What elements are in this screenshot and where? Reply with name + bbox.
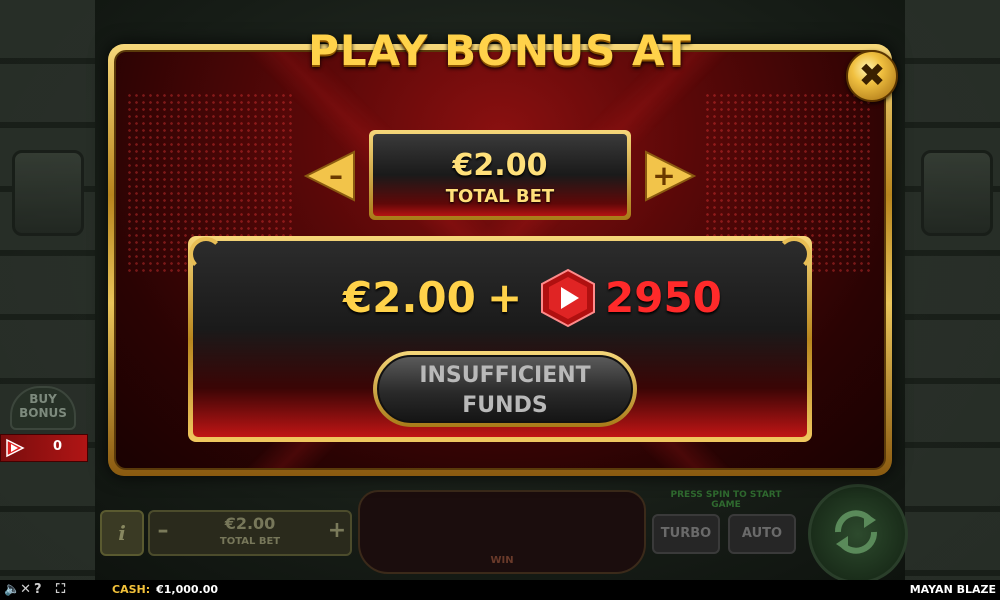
left-pillar: [0, 0, 95, 580]
bet-increase-button[interactable]: +: [326, 516, 348, 548]
fullscreen-icon[interactable]: ⛶: [56, 582, 65, 598]
bet-display-inner: €2.00 TOTAL BET: [373, 134, 627, 216]
game-name: MAYAN BLAZE: [909, 583, 996, 596]
win-display: WIN: [358, 490, 646, 574]
insufficient-funds-button[interactable]: INSUFFICIENT FUNDS: [373, 351, 637, 427]
bet-value: €2.00: [224, 514, 276, 533]
offer-plus-sign: +: [487, 273, 523, 322]
mask-carving-icon: [12, 150, 84, 236]
mask-carving-icon: [921, 150, 993, 236]
turbo-button[interactable]: TURBO: [652, 514, 720, 554]
bonus-offer-panel: €2.00 + 2950 INSUFFICIENT FUNDS: [188, 236, 812, 442]
plus-icon: +: [652, 159, 675, 192]
win-label: WIN: [490, 555, 514, 566]
bet-decrease-button[interactable]: –: [152, 516, 174, 548]
cash-display: CASH: €1,000.00: [112, 583, 218, 596]
speaker-mute-icon[interactable]: 🔈✕: [4, 582, 31, 598]
offer-row: €2.00 + 2950: [193, 268, 807, 331]
dialog-bet-display: €2.00 TOTAL BET: [369, 130, 631, 220]
spin-button[interactable]: [808, 484, 908, 584]
button-label-line-1: INSUFFICIENT: [419, 363, 591, 388]
bet-selector: – €2.00 TOTAL BET +: [148, 510, 352, 556]
offer-price: €2.00: [343, 273, 476, 322]
buy-bonus-label-1: BUY: [29, 392, 57, 406]
buy-bonus-button[interactable]: BUY BONUS: [10, 386, 76, 430]
help-icon[interactable]: ?: [34, 582, 42, 598]
minus-icon: –: [329, 159, 343, 192]
insufficient-funds-face: INSUFFICIENT FUNDS: [377, 355, 633, 423]
dialog-bet-label: TOTAL BET: [445, 186, 555, 207]
buy-bonus-label-2: BONUS: [19, 406, 67, 420]
red-gem-icon: [6, 438, 25, 458]
spin-arrows-icon: [835, 510, 877, 554]
press-spin-hint: PRESS SPIN TO START GAME: [670, 490, 782, 510]
dialog-bet-amount: €2.00: [452, 148, 548, 183]
auto-button[interactable]: AUTO: [728, 514, 796, 554]
offer-panel-inner: €2.00 + 2950 INSUFFICIENT FUNDS: [189, 237, 811, 437]
close-button[interactable]: ✖: [846, 50, 898, 102]
corner-ornament: [189, 237, 223, 271]
cash-value: €1,000.00: [156, 583, 219, 596]
cash-label: CASH:: [112, 583, 151, 596]
offer-spins: 2950: [605, 273, 722, 322]
bet-label: TOTAL BET: [219, 536, 281, 547]
button-label-line-2: FUNDS: [462, 393, 548, 418]
right-pillar: [905, 0, 1000, 580]
info-button[interactable]: i: [100, 510, 144, 556]
corner-ornament: [777, 237, 811, 271]
status-bar: 🔈✕ ? ⛶ CASH: €1,000.00 MAYAN BLAZE: [0, 580, 1000, 600]
bet-increase-arrow-button[interactable]: +: [644, 148, 696, 204]
bonus-count-value: 0: [53, 439, 63, 454]
bet-decrease-arrow-button[interactable]: –: [304, 148, 356, 204]
bonus-spins-counter: 0: [0, 434, 88, 462]
red-gem-icon: [541, 268, 595, 328]
